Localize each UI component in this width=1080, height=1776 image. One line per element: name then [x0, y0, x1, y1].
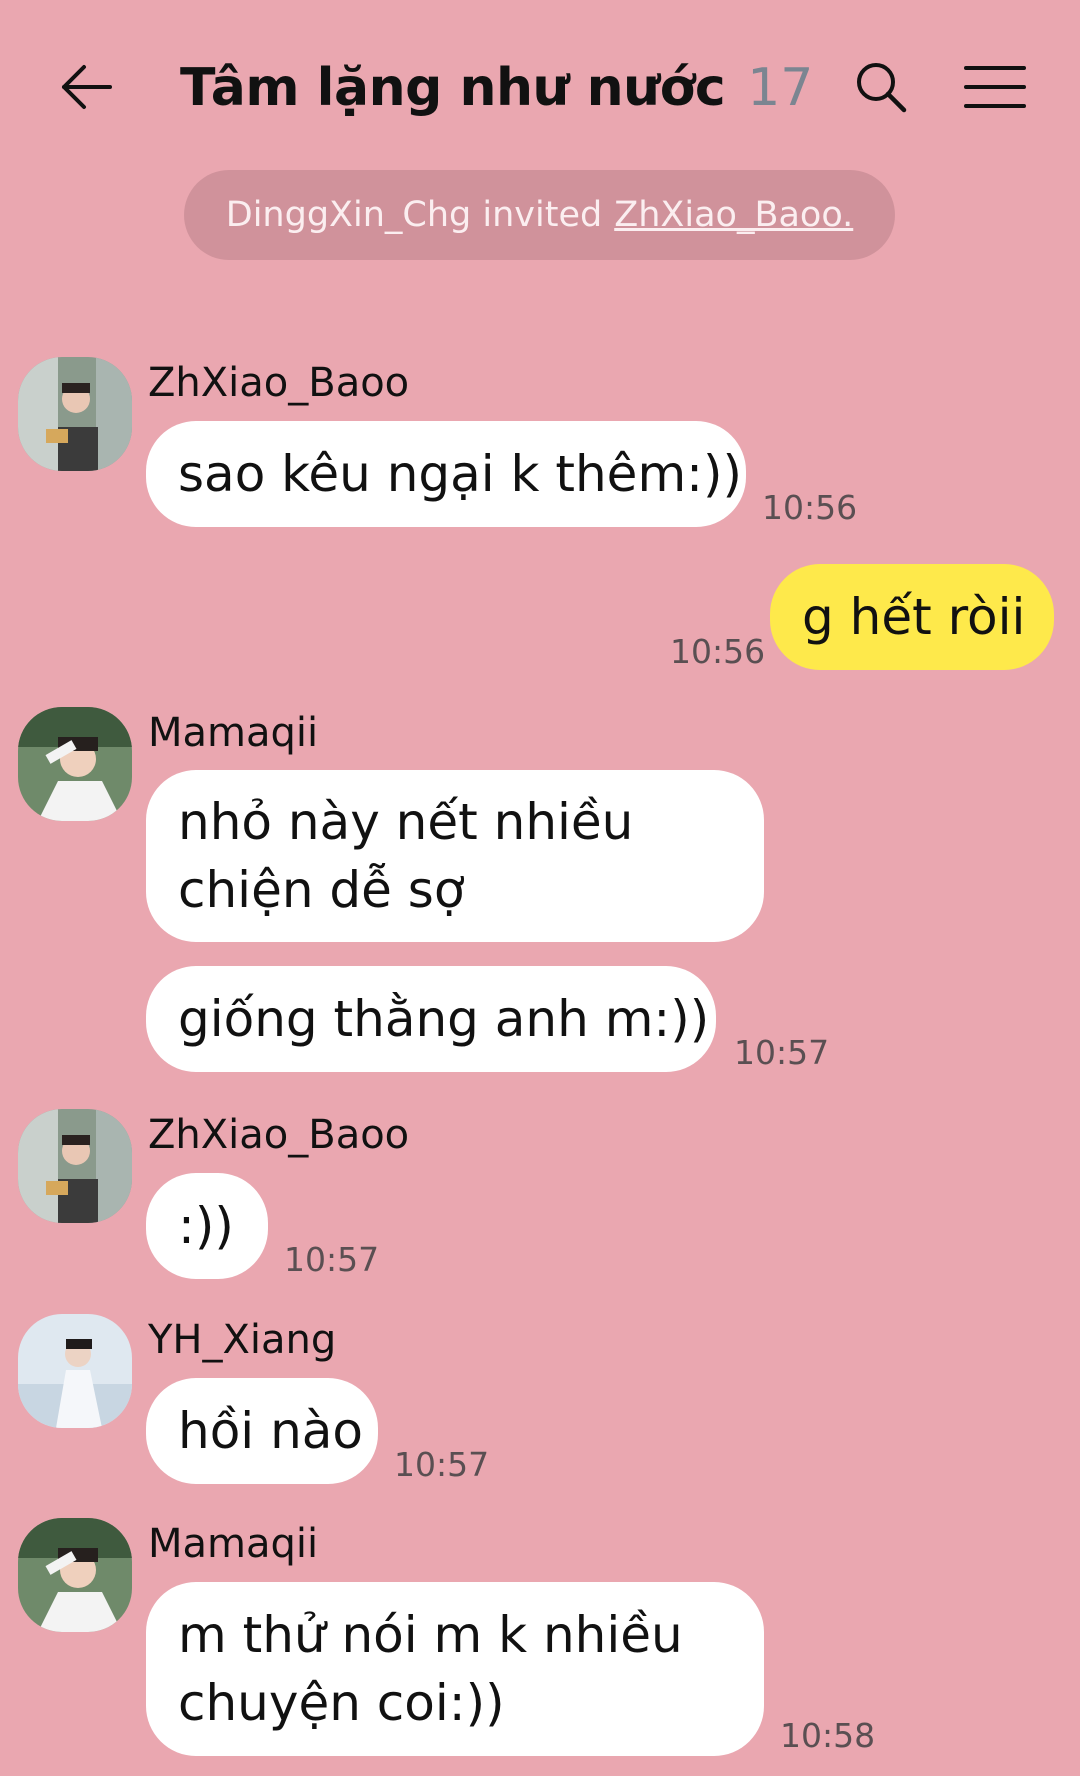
search-icon [857, 63, 907, 113]
search-button[interactable] [846, 52, 916, 122]
notice-text: DinggXin_Chg invited [225, 195, 603, 235]
avatar-image [18, 707, 132, 821]
avatar-image [18, 1518, 132, 1632]
sender-name: YH_Xiang [148, 1317, 337, 1363]
message-bubble[interactable]: m thử nói m k nhiều chuyện coi:)) [146, 1582, 764, 1756]
sender-name: Mamaqii [148, 1521, 319, 1567]
sender-name: ZhXiao_Baoo [148, 360, 410, 406]
message-time: 10:57 [284, 1240, 380, 1279]
my-message-bubble[interactable]: g hết ròii [770, 564, 1054, 670]
message-text-line: chuyện coi:)) [178, 1674, 505, 1732]
avatar-zhxiao-baoo[interactable] [18, 357, 132, 471]
hamburger-menu-icon [964, 66, 1026, 108]
avatar-mamaqii[interactable] [18, 707, 132, 821]
message-bubble[interactable]: sao kêu ngại k thêm:)) [146, 421, 746, 527]
message-time: 10:57 [394, 1445, 490, 1484]
avatar-mamaqii[interactable] [18, 1518, 132, 1632]
message-time: 10:58 [780, 1716, 876, 1755]
message-time: 10:56 [762, 488, 858, 527]
member-count: 17 [747, 58, 814, 118]
avatar-zhxiao-baoo[interactable] [18, 1109, 132, 1223]
chat-header: Tâm lặng như nước 17 [0, 0, 1080, 170]
message-text: giống thằng anh m:)) [178, 990, 710, 1048]
avatar-image [18, 357, 132, 471]
system-invite-notice: DinggXin_Chg invited ZhXiao_Baoo. [184, 170, 895, 260]
sender-name: Mamaqii [148, 710, 319, 756]
message-bubble[interactable]: nhỏ này nết nhiều chiện dễ sợ [146, 770, 764, 942]
message-time: 10:56 [670, 632, 766, 671]
back-button[interactable] [52, 52, 122, 122]
message-text-line: nhỏ này nết nhiều [178, 793, 634, 851]
message-text: :)) [178, 1197, 234, 1255]
message-bubble[interactable]: hồi nào [146, 1378, 378, 1484]
arrow-left-icon [62, 65, 112, 109]
message-bubble[interactable]: giống thằng anh m:)) [146, 966, 716, 1072]
message-text-line: m thử nói m k nhiều [178, 1606, 683, 1664]
avatar-image [18, 1109, 132, 1223]
chat-title: Tâm lặng như nước [180, 58, 726, 118]
menu-button[interactable] [960, 52, 1030, 122]
message-text: hồi nào [178, 1402, 363, 1460]
avatar-yh-xiang[interactable] [18, 1314, 132, 1428]
sender-name: ZhXiao_Baoo [148, 1112, 410, 1158]
message-text: g hết ròii [802, 588, 1026, 646]
message-bubble[interactable]: :)) [146, 1173, 268, 1279]
message-text: sao kêu ngại k thêm:)) [178, 445, 743, 503]
message-text-line: chiện dễ sợ [178, 861, 465, 919]
message-time: 10:57 [734, 1033, 830, 1072]
invited-user-link[interactable]: ZhXiao_Baoo. [614, 195, 853, 235]
chat-title-area: Tâm lặng như nước 17 [180, 48, 813, 128]
avatar-image [18, 1314, 132, 1428]
